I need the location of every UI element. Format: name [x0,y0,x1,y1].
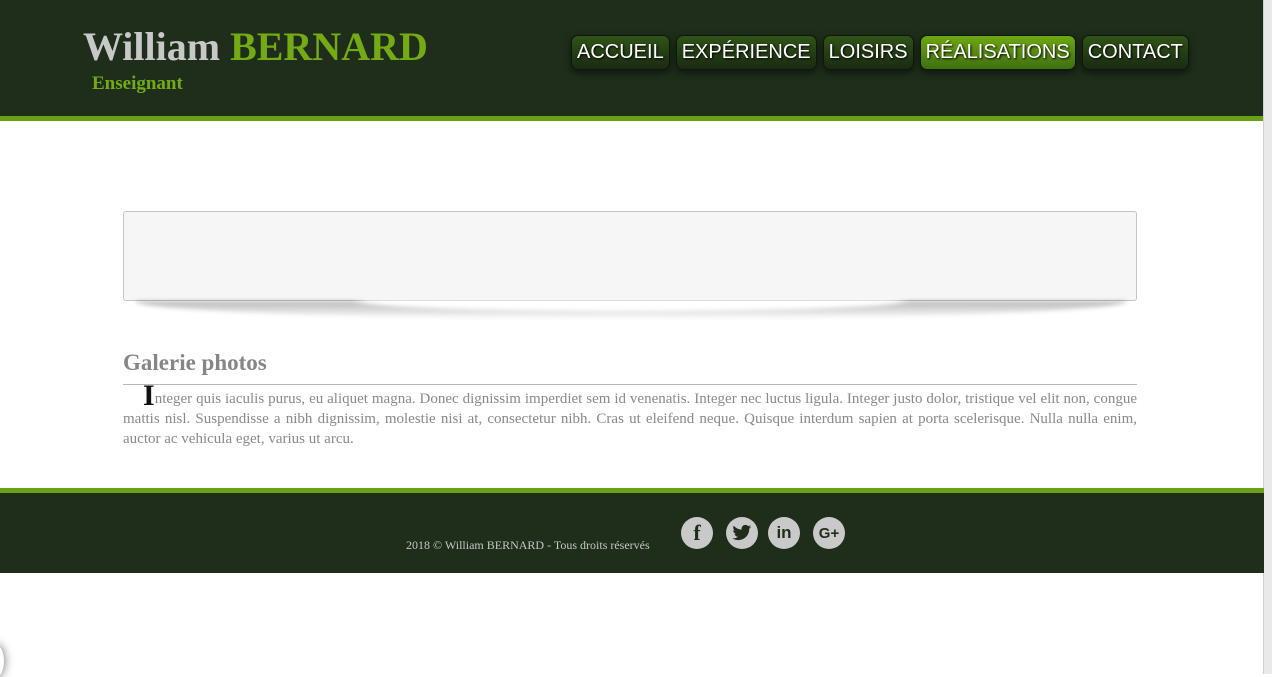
linkedin-icon[interactable]: in [768,517,800,549]
google-plus-icon[interactable]: G+ [813,517,845,549]
copyright-text: 2018 © William BERNARD - Tous droits rés… [406,538,650,552]
nav-item-experience[interactable]: EXPÉRIENCE [675,35,817,70]
nav-item-accueil[interactable]: ACCUEIL [571,35,670,70]
site-subtitle: Enseignant [92,73,183,94]
section-body: Integer quis iaculis purus, eu aliquet m… [123,381,1137,449]
nav-item-realisations[interactable]: RÉALISATIONS [919,35,1076,70]
main-nav: ACCUEIL EXPÉRIENCE LOISIRS RÉALISATIONS … [571,35,1189,70]
google-plus-glyph: G+ [818,524,840,542]
facebook-glyph: f [693,520,701,545]
gallery-banner [123,211,1137,301]
facebook-icon[interactable]: f [681,517,713,549]
nav-item-loisirs[interactable]: LOISIRS [822,35,914,70]
corner-shadow [0,645,4,677]
site-footer: 2018 © William BERNARD - Tous droits rés… [0,488,1264,573]
twitter-icon[interactable] [726,517,758,549]
linkedin-glyph: in [776,523,792,542]
section-divider [123,384,1137,385]
twitter-bird-shape [732,524,752,541]
page-scrollbar[interactable] [1263,0,1272,674]
section-title: Galerie photos [123,350,267,375]
site-header: William BERNARD Enseignant ACCUEIL EXPÉR… [0,0,1264,121]
site-title-first-name: William [83,24,221,69]
drop-cap: I [143,379,155,412]
nav-item-contact[interactable]: CONTACT [1081,35,1189,70]
section-body-text: nteger quis iaculis purus, eu aliquet ma… [123,391,1137,447]
site-title[interactable]: William BERNARD [83,24,428,70]
banner-shadow [135,301,1127,319]
site-title-last-name: BERNARD [230,24,428,69]
